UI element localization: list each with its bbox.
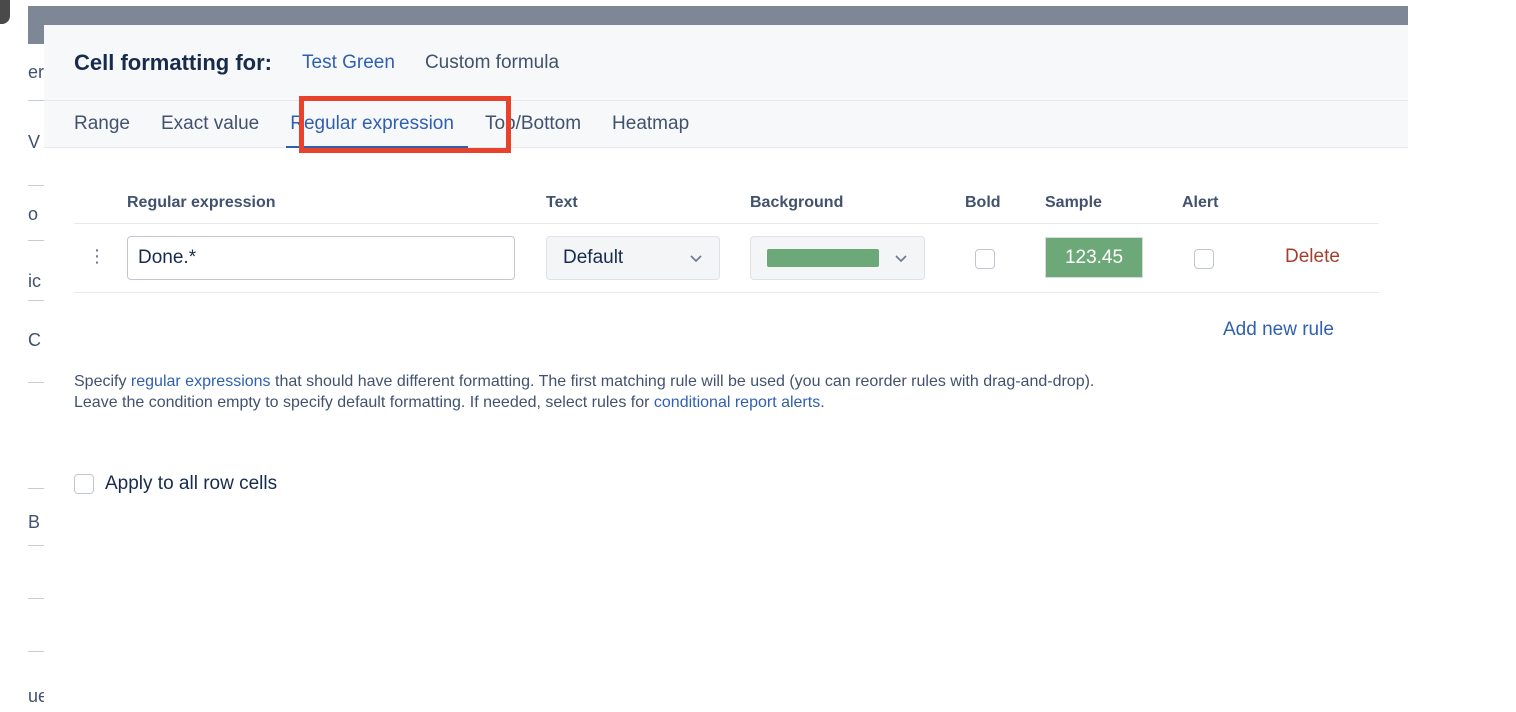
apply-to-all-checkbox[interactable] [74,474,94,494]
text-color-value: Default [563,247,624,268]
help-paragraph: Leave the condition empty to specify def… [74,392,1384,413]
background-color-swatch [767,249,879,267]
regular-expressions-link[interactable]: regular expressions [131,373,271,390]
background-text: V [28,132,41,152]
tab-heatmap[interactable]: Heatmap [612,101,689,147]
header-bold: Bold [965,194,1001,211]
header-background: Background [750,194,844,211]
background-divider [28,100,44,101]
background-text: ic [28,271,41,291]
help-paragraph: Specify regular expressions that should … [74,371,1384,392]
table-row: ⋮ Default 123.45 Delete [74,224,1379,293]
regex-input[interactable] [127,236,515,280]
conditional-report-alerts-link[interactable]: conditional report alerts [654,394,820,411]
background-divider [28,598,44,599]
header-alert: Alert [1182,194,1219,211]
bold-checkbox[interactable] [975,249,995,269]
drag-handle-icon[interactable]: ⋮ [88,246,106,266]
background-text: B [28,512,41,532]
background-text: C [28,330,41,350]
custom-formula-link[interactable]: Custom formula [425,52,559,74]
text-color-select[interactable]: Default [546,236,720,280]
help-text-part: Specify [74,373,131,390]
header-text: Text [546,194,578,211]
tab-range[interactable]: Range [74,101,130,147]
help-text-part: that should have different formatting. T… [270,373,1095,390]
background-text: o [28,204,39,224]
chevron-down-icon [894,246,908,275]
background-divider [28,651,44,652]
column-name-link[interactable]: Test Green [302,52,395,74]
chevron-down-icon [689,246,703,275]
avatar [0,0,10,24]
delete-rule-button[interactable]: Delete [1285,246,1340,268]
background-text: ue [28,686,44,706]
sample-preview: 123.45 [1045,237,1143,278]
help-text: Specify regular expressions that should … [74,371,1384,413]
tab-exact-value[interactable]: Exact value [161,101,259,147]
modal-header: Cell formatting for: Test Green Custom f… [44,25,1408,101]
rules-table-header: Regular expression Text Background Bold … [74,183,1379,224]
cell-formatting-modal: Cell formatting for: Test Green Custom f… [44,25,1408,712]
background-divider [28,382,44,383]
background-divider [28,185,44,186]
alert-checkbox[interactable] [1194,249,1214,269]
header-regular-expression: Regular expression [127,194,276,211]
tab-regular-expression[interactable]: Regular expression [286,101,468,148]
help-text-part: . [820,394,825,411]
background-divider [28,300,44,301]
header-sample: Sample [1045,194,1102,211]
background-divider [28,545,44,546]
help-text-part: Leave the condition empty to specify def… [74,394,654,411]
background-divider [28,488,44,489]
modal-title: Cell formatting for: [74,49,272,75]
background-color-select[interactable] [750,236,925,280]
format-tabs: Range Exact value Regular expression Top… [44,96,1408,153]
add-new-rule-button[interactable]: Add new rule [1223,319,1334,341]
background-text: er [28,62,44,82]
tab-top-bottom[interactable]: Top/Bottom [485,101,581,147]
apply-to-all-label: Apply to all row cells [105,473,278,494]
rules-table: Regular expression Text Background Bold … [74,183,1379,293]
background-divider [28,240,44,241]
apply-to-all-row[interactable]: Apply to all row cells [74,473,277,495]
